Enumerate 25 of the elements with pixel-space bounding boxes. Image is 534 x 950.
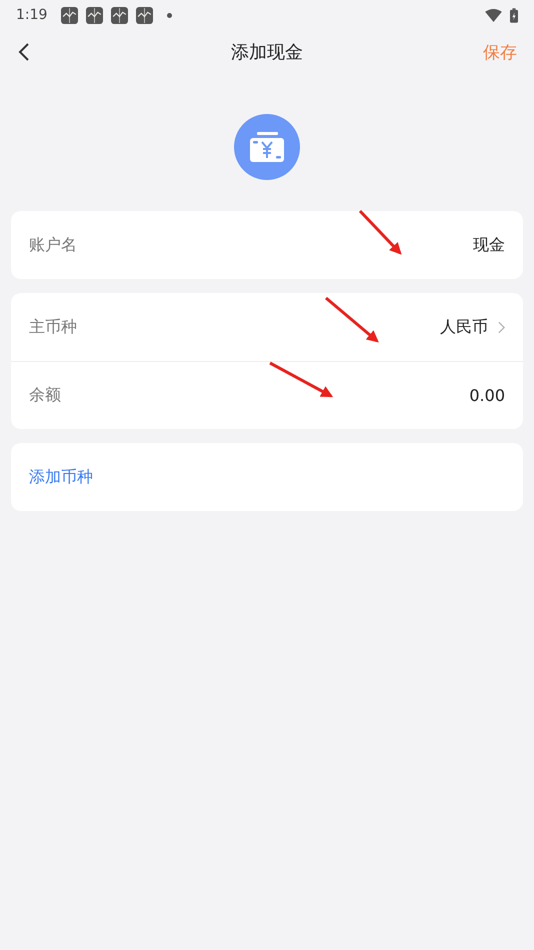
wifi-icon — [485, 8, 502, 22]
app-notification-icon — [136, 6, 154, 24]
notification-dot-icon — [167, 12, 172, 18]
field-value: 0.00 — [469, 386, 505, 405]
annotation-arrow — [325, 296, 379, 343]
currency-select-row[interactable]: 主币种 人民币 — [11, 293, 523, 361]
battery-icon — [510, 8, 518, 22]
app-notification-icon — [111, 6, 128, 24]
page-title: 添加现金 — [231, 41, 303, 64]
account-name-row[interactable]: 账户名 现金 — [11, 211, 523, 279]
field-label: 主币种 — [29, 316, 77, 338]
back-icon[interactable] — [18, 42, 30, 62]
chevron-right-icon — [498, 320, 505, 334]
cash-icon — [234, 114, 300, 180]
app-notification-icon — [86, 6, 104, 24]
field-label: 余额 — [29, 385, 61, 406]
annotation-arrow — [269, 362, 334, 398]
field-value: 现金 — [473, 234, 505, 256]
app-notification-icon — [61, 6, 78, 24]
field-label: 账户名 — [29, 234, 77, 256]
status-time: 1:19 — [16, 7, 48, 23]
balance-row[interactable]: 余额 0.00 — [11, 361, 523, 429]
annotation-arrow — [358, 210, 402, 255]
add-currency-link[interactable]: 添加币种 — [29, 466, 93, 488]
field-value: 人民币 — [440, 316, 488, 338]
